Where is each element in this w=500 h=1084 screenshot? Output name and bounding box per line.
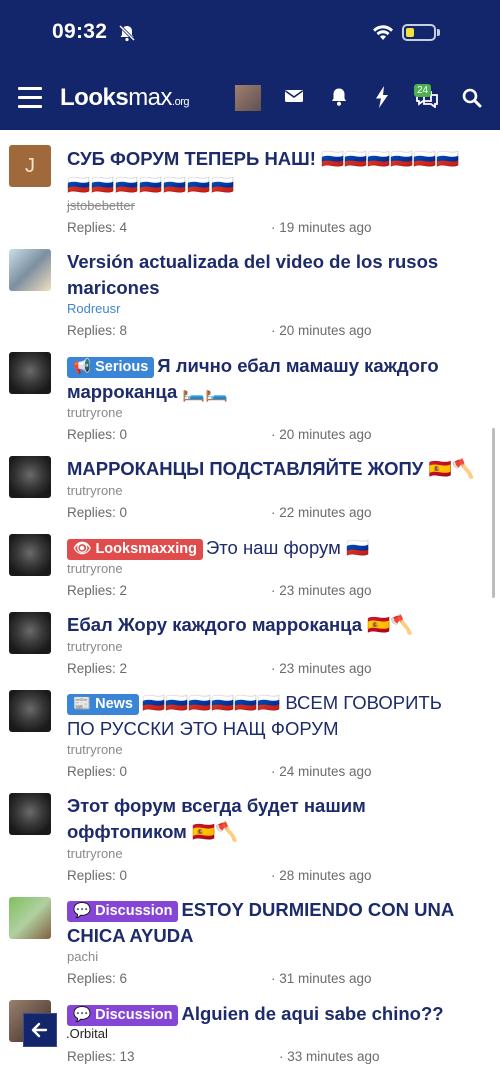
thread-author[interactable]: trutryrone xyxy=(67,561,123,576)
reply-count: Replies: 6 xyxy=(67,971,128,986)
thread-time: · 19 minutes ago xyxy=(271,220,372,235)
thread-time: · 22 minutes ago xyxy=(271,505,372,520)
thread-author[interactable]: pachi xyxy=(67,949,98,964)
thread-author[interactable]: trutryrone xyxy=(67,846,123,861)
reply-count: Replies: 8 xyxy=(67,323,128,338)
thread-title[interactable]: МАРРОКАНЦЫ ПОДСТАВЛЯЙТЕ ЖОПУ 🇪🇸🪓 xyxy=(67,456,477,482)
thread-time: · 28 minutes ago xyxy=(271,868,372,883)
thread-title[interactable]: Этот форум всегда будет нашим оффтопиком… xyxy=(67,793,477,845)
scrollbar[interactable] xyxy=(492,428,495,598)
thread-title[interactable]: 💬 Discussion Alguien de aqui sabe chino?? xyxy=(67,1001,477,1027)
thread-author[interactable]: trutryrone xyxy=(67,639,123,654)
thread-title[interactable]: Ебал Жору каждого марроканца 🇪🇸🪓 xyxy=(67,612,477,638)
avatar[interactable] xyxy=(9,352,51,394)
avatar[interactable] xyxy=(9,249,51,291)
tag-serious[interactable]: 📢 Serious xyxy=(67,357,155,378)
user-avatar[interactable] xyxy=(235,85,261,111)
thread-author[interactable]: trutryrone xyxy=(67,483,123,498)
search-icon[interactable] xyxy=(462,88,482,108)
thread-title[interactable]: Versión actualizada del video de los rus… xyxy=(67,249,477,301)
thread-title[interactable]: 📰 News 🇷🇺🇷🇺🇷🇺🇷🇺🇷🇺🇷🇺 ВСЕМ ГОВОРИТЬ ПО РУСС… xyxy=(67,690,477,742)
avatar[interactable] xyxy=(9,793,51,835)
tag-discussion[interactable]: 💬 Discussion xyxy=(67,1005,179,1026)
thread-time: · 33 minutes ago xyxy=(279,1049,380,1064)
reply-count: Replies: 0 xyxy=(67,427,128,442)
thread-author[interactable]: trutryrone xyxy=(67,742,123,757)
avatar[interactable] xyxy=(9,612,51,654)
bolt-icon[interactable] xyxy=(375,86,389,108)
thread-title[interactable]: СУБ ФОРУМ ТЕПЕРЬ НАШ! 🇷🇺🇷🇺🇷🇺🇷🇺🇷🇺🇷🇺 🇷🇺🇷🇺🇷… xyxy=(67,146,477,198)
thread-time: · 31 minutes ago xyxy=(271,971,372,986)
avatar[interactable]: J xyxy=(9,145,51,187)
tag-discussion[interactable]: 💬 Discussion xyxy=(67,901,179,922)
reply-count: Replies: 2 xyxy=(67,661,128,676)
reply-count: Replies: 0 xyxy=(67,868,128,883)
thread-author[interactable]: jstobebetter xyxy=(67,198,135,213)
thread-title[interactable]: 👁 Looksmaxxing Это наш форум 🇷🇺 xyxy=(67,535,477,561)
thread-author[interactable]: Rodreusr xyxy=(67,301,120,316)
bell-icon[interactable] xyxy=(330,87,348,107)
avatar[interactable] xyxy=(9,690,51,732)
status-time: 09:32 xyxy=(52,20,108,43)
arrow-left-icon xyxy=(31,1022,48,1038)
site-logo[interactable]: Looksmax.org xyxy=(60,84,189,112)
back-button[interactable] xyxy=(23,1013,57,1047)
app-header: 09:32 Looksmax.org 24 xyxy=(0,0,500,130)
thread-time: · 20 minutes ago xyxy=(271,427,372,442)
battery-icon xyxy=(402,24,436,41)
reply-count: Replies: 0 xyxy=(67,764,128,779)
reply-count: Replies: 0 xyxy=(67,505,128,520)
avatar[interactable] xyxy=(9,456,51,498)
reply-count: Replies: 4 xyxy=(67,220,128,235)
thread-title[interactable]: 💬 Discussion ESTOY DURMIENDO CON UNA CHIC… xyxy=(67,897,477,949)
menu-icon[interactable] xyxy=(18,87,42,109)
thread-time: · 24 minutes ago xyxy=(271,764,372,779)
thread-author[interactable]: .Orbital xyxy=(66,1026,108,1041)
mail-icon[interactable] xyxy=(284,88,304,104)
wifi-icon xyxy=(373,25,393,40)
thread-title[interactable]: 📢 Serious Я лично ебал мамашу каждого мар… xyxy=(67,353,477,405)
tag-news[interactable]: 📰 News xyxy=(67,694,139,715)
tag-looksmaxxing[interactable]: 👁 Looksmaxxing xyxy=(67,539,203,560)
thread-time: · 23 minutes ago xyxy=(271,661,372,676)
reply-count: Replies: 2 xyxy=(67,583,128,598)
avatar[interactable] xyxy=(9,534,51,576)
reply-count: Replies: 13 xyxy=(67,1049,135,1064)
thread-author[interactable]: trutryrone xyxy=(67,405,123,420)
avatar[interactable] xyxy=(9,897,51,939)
thread-time: · 23 minutes ago xyxy=(271,583,372,598)
bell-off-icon xyxy=(118,24,136,42)
thread-time: · 20 minutes ago xyxy=(271,323,372,338)
conversations-badge: 24 xyxy=(414,84,432,97)
